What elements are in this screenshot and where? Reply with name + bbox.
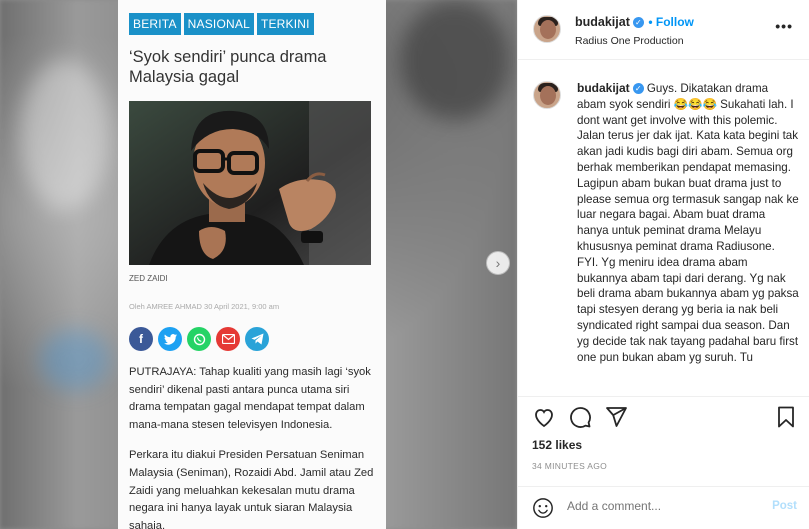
article-tags: BERITA NASIONAL TERKINI [129,13,375,35]
location-link[interactable]: Radius One Production [575,35,694,47]
twitter-icon[interactable] [158,327,182,351]
likes-count[interactable]: 152 likes [532,438,582,452]
portrait-illustration [129,101,371,265]
share-buttons: f [129,327,375,351]
article-paragraph-2: Perkara itu diakui Presiden Persatuan Se… [129,449,374,529]
email-icon[interactable] [216,327,240,351]
next-slide-icon[interactable]: › [486,251,510,275]
article-byline: Oleh AMREE AHMAD 30 April 2021, 9:00 am [129,302,280,311]
post-media[interactable]: BERITA NASIONAL TERKINI ‘Syok sendiri’ p… [0,0,517,529]
blur-shadow [400,0,510,120]
article-photo [129,101,371,265]
add-comment-bar: Post [518,486,809,529]
facebook-icon[interactable]: f [129,327,153,351]
post-comment-button[interactable]: Post [772,500,797,512]
header-user-block: budakijat ✓ • Follow Radius One Productio… [575,13,694,47]
comments-scroll-area[interactable]: budakijat ✓ Guys. Dikatakan drama abam sy… [518,60,809,397]
blur-color-spot [40,330,110,390]
caption-verified-icon: ✓ [632,83,644,94]
news-article-card: BERITA NASIONAL TERKINI ‘Syok sendiri’ p… [118,0,386,529]
comment-icon[interactable] [568,405,592,429]
comment-input[interactable] [567,499,757,513]
caption-username[interactable]: budakijat [577,81,630,95]
article-paragraph-1: PUTRAJAYA: Tahap kualiti yang masih lagi… [129,366,371,431]
instagram-post-view: BERITA NASIONAL TERKINI ‘Syok sendiri’ p… [0,0,809,529]
post-header: budakijat ✓ • Follow Radius One Productio… [518,0,809,60]
tag-nasional: NASIONAL [183,13,254,35]
verified-badge-icon: ✓ [632,17,644,28]
avatar[interactable] [533,15,561,43]
photo-caption: ZED ZAIDI [129,274,168,283]
post-details-panel: budakijat ✓ • Follow Radius One Productio… [517,0,809,529]
caption-avatar[interactable] [533,81,561,109]
emoji-icon[interactable] [532,497,554,519]
more-options-icon[interactable]: ••• [775,18,793,34]
post-timestamp[interactable]: 34 MINUTES AGO [532,461,607,471]
like-heart-icon[interactable] [532,405,556,429]
save-bookmark-icon[interactable] [774,405,798,429]
username-link[interactable]: budakijat [575,15,630,29]
article-headline: ‘Syok sendiri’ punca drama Malaysia gaga… [129,48,327,86]
caption-text: Guys. Dikatakan drama abam syok sendiri … [577,82,799,364]
blur-highlight [20,60,110,210]
whatsapp-icon[interactable] [187,327,211,351]
share-direct-icon[interactable] [604,405,628,429]
tag-berita: BERITA [129,13,181,35]
telegram-icon[interactable] [245,327,269,351]
post-caption: budakijat ✓ Guys. Dikatakan drama abam sy… [577,81,799,365]
tag-terkini: TERKINI [256,13,314,35]
follow-button[interactable]: • Follow [648,15,694,29]
post-actions [532,405,798,433]
